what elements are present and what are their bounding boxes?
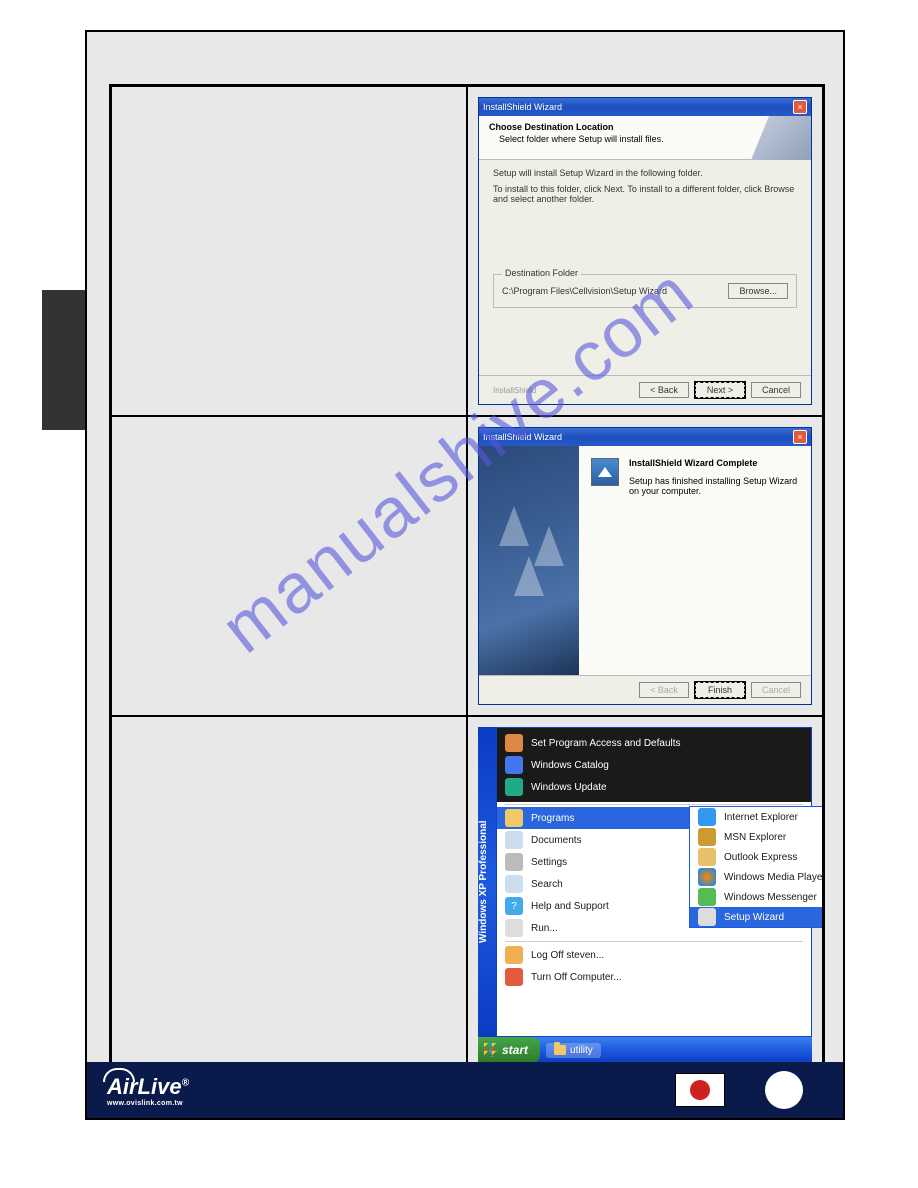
- body-line1: Setup will install Setup Wizard in the f…: [493, 168, 797, 178]
- airlive-logo: AirLive® www.ovislink.com.tw: [107, 1074, 189, 1107]
- dialog-body: Setup will install Setup Wizard in the f…: [479, 160, 811, 375]
- destination-legend: Destination Folder: [502, 268, 581, 278]
- close-icon[interactable]: ×: [793, 430, 807, 444]
- programs-submenu: Internet Explorer MSN Explorer Outlook E…: [689, 806, 823, 928]
- flag-icon: [505, 756, 523, 774]
- shield-icon: [505, 734, 523, 752]
- browse-button[interactable]: Browse...: [728, 283, 788, 299]
- titlebar[interactable]: InstallShield Wizard ×: [479, 428, 811, 446]
- wizard-icon: [591, 458, 619, 486]
- cell-2-left: [111, 416, 467, 716]
- cell-1-left: [111, 86, 467, 416]
- page-footer: AirLive® www.ovislink.com.tw: [87, 1062, 843, 1118]
- complete-body: Setup has finished installing Setup Wiza…: [629, 468, 799, 496]
- outlook-icon: [698, 848, 716, 866]
- shutdown-icon: [505, 968, 523, 986]
- back-button: < Back: [639, 682, 689, 698]
- page: InstallShield Wizard × Choose Destinatio…: [85, 30, 845, 1120]
- submenu-item-setup-wizard[interactable]: Setup Wizard: [690, 907, 823, 927]
- taskbar-item-utility[interactable]: utility: [546, 1043, 601, 1058]
- side-tab: [42, 290, 85, 430]
- back-button[interactable]: < Back: [639, 382, 689, 398]
- header-subtitle: Select folder where Setup will install f…: [489, 134, 801, 144]
- dialog-footer: < Back Finish Cancel: [479, 675, 811, 704]
- menu-item-shutdown[interactable]: Turn Off Computer...: [497, 966, 811, 988]
- windows-flag-icon: [484, 1043, 498, 1057]
- cancel-button: Cancel: [751, 682, 801, 698]
- globe-icon: [505, 778, 523, 796]
- taskbar: start utility: [478, 1037, 812, 1063]
- dialog-destination: InstallShield Wizard × Choose Destinatio…: [478, 97, 812, 405]
- cell-2-right: InstallShield Wizard × InstallShield Wiz…: [467, 416, 823, 716]
- cancel-button[interactable]: Cancel: [751, 382, 801, 398]
- startmenu-main: Set Program Access and Defaults Windows …: [496, 727, 812, 1037]
- startmenu-screenshot: Windows XP Professional Set Program Acce…: [478, 727, 812, 1071]
- menu-item-logoff[interactable]: Log Off steven...: [497, 944, 811, 966]
- submenu-item-messenger[interactable]: Windows Messenger: [690, 887, 823, 907]
- submenu-item-ie[interactable]: Internet Explorer: [690, 807, 823, 827]
- search-icon: [505, 875, 523, 893]
- close-icon[interactable]: ×: [793, 100, 807, 114]
- page-number-circle: [765, 1071, 803, 1109]
- dialog-header: Choose Destination Location Select folde…: [479, 116, 811, 160]
- document-icon: [505, 831, 523, 849]
- next-button[interactable]: Next >: [695, 382, 745, 398]
- logoff-icon: [505, 946, 523, 964]
- destination-path: C:\Program Files\Cellvision\Setup Wizard: [502, 286, 667, 296]
- installshield-label: InstallShield: [489, 386, 536, 395]
- wizard-graphic: [479, 446, 579, 675]
- startmenu-top: Set Program Access and Defaults Windows …: [497, 728, 811, 802]
- submenu-item-wmp[interactable]: Windows Media Player: [690, 867, 823, 887]
- titlebar[interactable]: InstallShield Wizard ×: [479, 98, 811, 116]
- msn-icon: [698, 828, 716, 846]
- instruction-grid: InstallShield Wizard × Choose Destinatio…: [109, 84, 825, 1084]
- cell-3-left: [111, 716, 467, 1082]
- folder-icon: [554, 1045, 566, 1055]
- cell-3-right: Windows XP Professional Set Program Acce…: [467, 716, 823, 1082]
- menu-item-program-access[interactable]: Set Program Access and Defaults: [497, 732, 811, 754]
- cell-1-right: InstallShield Wizard × Choose Destinatio…: [467, 86, 823, 416]
- submenu-item-msn[interactable]: MSN Explorer: [690, 827, 823, 847]
- submenu-item-outlook[interactable]: Outlook Express: [690, 847, 823, 867]
- folder-icon: [505, 809, 523, 827]
- start-button[interactable]: start: [478, 1037, 540, 1063]
- startmenu-sidebar: Windows XP Professional: [478, 727, 496, 1037]
- dialog-body: InstallShield Wizard Complete Setup has …: [479, 446, 811, 675]
- run-icon: [505, 919, 523, 937]
- dialog-title: InstallShield Wizard: [483, 102, 562, 112]
- help-icon: ?: [505, 897, 523, 915]
- wizard-content: InstallShield Wizard Complete Setup has …: [579, 446, 811, 675]
- setup-icon: [698, 908, 716, 926]
- dialog-complete: InstallShield Wizard × InstallShield Wiz…: [478, 427, 812, 705]
- ie-icon: [698, 808, 716, 826]
- body-line2: To install to this folder, click Next. T…: [493, 184, 797, 204]
- dialog-footer: InstallShield < Back Next > Cancel: [479, 375, 811, 404]
- finish-button[interactable]: Finish: [695, 682, 745, 698]
- complete-title: InstallShield Wizard Complete: [629, 458, 799, 468]
- messenger-icon: [698, 888, 716, 906]
- japan-flag-icon: [675, 1073, 725, 1107]
- header-title: Choose Destination Location: [489, 122, 801, 132]
- settings-icon: [505, 853, 523, 871]
- logo-url: www.ovislink.com.tw: [107, 1100, 189, 1107]
- menu-item-windows-catalog[interactable]: Windows Catalog: [497, 754, 811, 776]
- wmp-icon: [698, 868, 716, 886]
- menu-item-windows-update[interactable]: Windows Update: [497, 776, 811, 798]
- dialog-title: InstallShield Wizard: [483, 432, 562, 442]
- destination-folder-group: Destination Folder C:\Program Files\Cell…: [493, 274, 797, 308]
